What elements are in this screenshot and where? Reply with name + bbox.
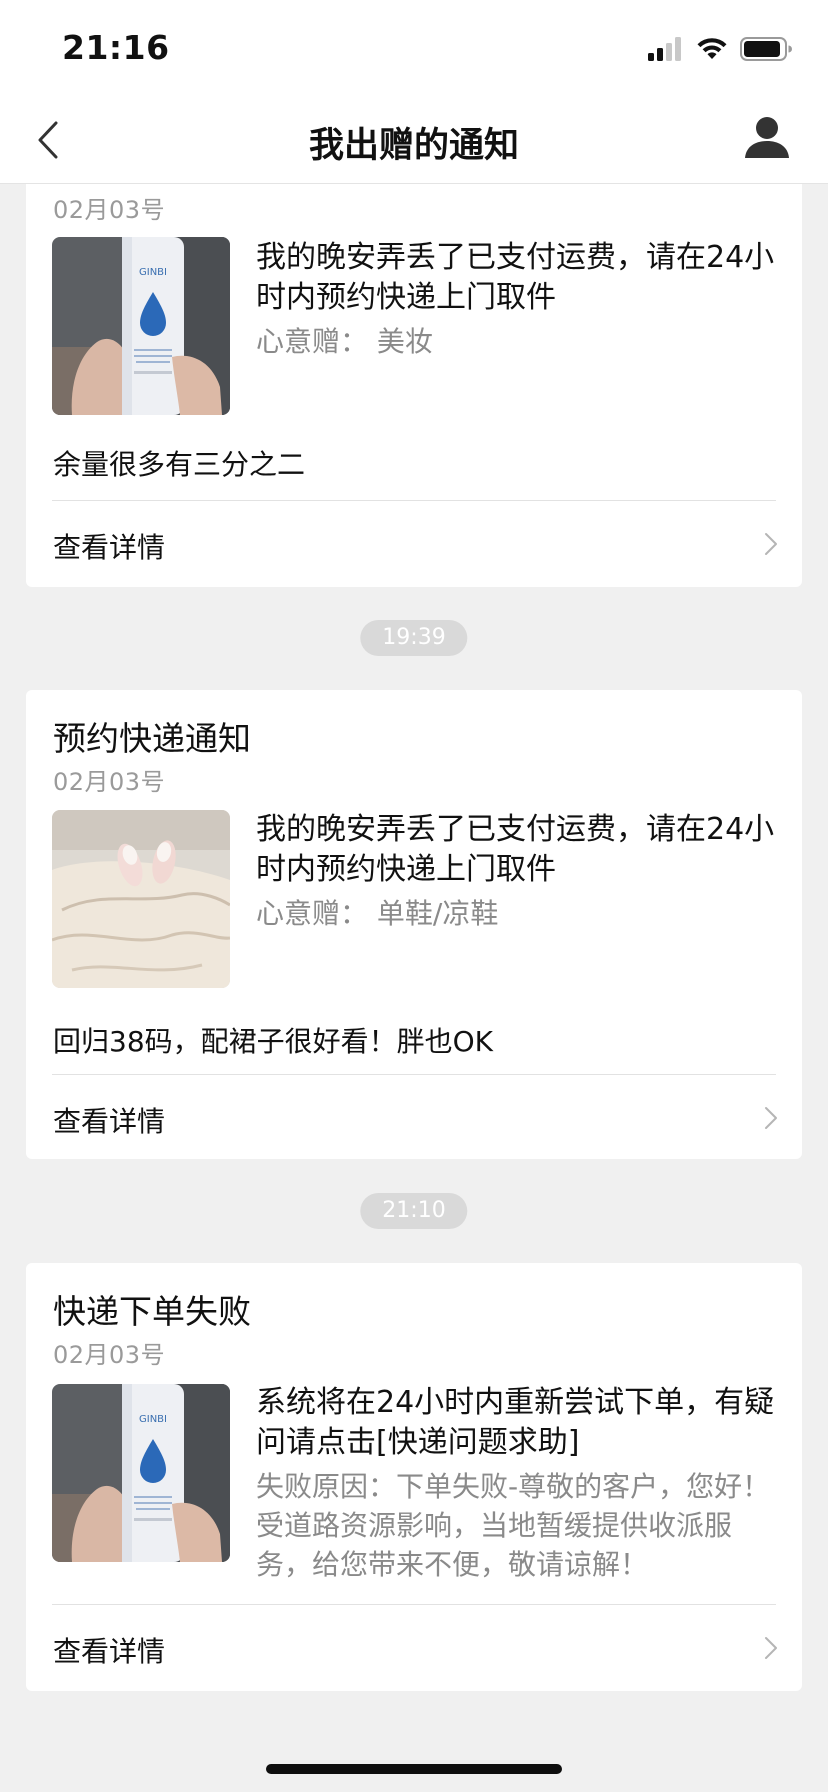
divider	[52, 1604, 776, 1605]
bottle-photo: GINBI	[52, 1384, 230, 1562]
card-date: 02月03号	[53, 768, 166, 796]
product-thumbnail[interactable]	[52, 810, 230, 988]
bottle-brand-label: GINBI	[139, 1414, 167, 1425]
view-details-button[interactable]: 查看详情	[26, 1079, 802, 1159]
card-title: 预约快递通知	[53, 719, 251, 758]
view-details-label: 查看详情	[53, 1105, 166, 1138]
notification-main-text: 我的晚安弄丢了已支付运费，请在24小时内预约快递上门取件	[256, 812, 775, 887]
bottle-brand-label: GINBI	[139, 267, 167, 278]
divider	[52, 500, 776, 501]
card-date: 02月03号	[53, 1341, 166, 1369]
user-profile-icon	[745, 117, 789, 158]
chevron-right-icon	[765, 533, 777, 555]
home-indicator[interactable]	[266, 1764, 562, 1774]
time-separator: 19:39	[360, 620, 468, 656]
failure-reason: 失败原因：下单失败-尊敬的客户，您好！受道路资源影响，当地暂缓提供收派服务，给您…	[256, 1470, 771, 1581]
product-thumbnail[interactable]: GINBI	[52, 237, 230, 415]
divider	[52, 1074, 776, 1075]
item-note: 回归38码，配裙子很好看！胖也OK	[53, 1025, 494, 1058]
card-date: 02月03号	[53, 196, 166, 224]
status-icons	[648, 36, 792, 62]
item-note: 余量很多有三分之二	[53, 448, 306, 481]
view-details-label: 查看详情	[53, 531, 166, 564]
notification-main-text: 我的晚安弄丢了已支付运费，请在24小时内预约快递上门取件	[256, 240, 775, 315]
card-title: 快递下单失败	[53, 1292, 251, 1331]
profile-button[interactable]	[742, 113, 792, 163]
notification-card: 快递下单失败 02月03号 GINBI 系统将在24小时内重新尝试下单，有疑问请…	[26, 1263, 802, 1691]
gift-category: 心意赠： 单鞋/凉鞋	[256, 897, 499, 930]
status-time: 21:16	[62, 28, 170, 67]
notification-card: 预约快递通知 02月03号 我的晚安弄丢了已支付运费，请在24小时内预约快递上门…	[26, 690, 802, 1159]
shoes-photo	[52, 810, 230, 988]
product-thumbnail[interactable]: GINBI	[52, 1384, 230, 1562]
battery-icon	[740, 37, 792, 61]
view-details-label: 查看详情	[53, 1635, 166, 1668]
gift-category: 心意赠： 美妆	[256, 325, 433, 358]
time-separator: 21:10	[360, 1193, 468, 1229]
bottle-photo: GINBI	[52, 237, 230, 415]
notification-main-text: 系统将在24小时内重新尝试下单，有疑问请点击[快递问题求助]	[256, 1385, 775, 1460]
view-details-button[interactable]: 查看详情	[26, 505, 802, 585]
page-title: 我出赠的通知	[308, 126, 519, 166]
chevron-right-icon	[765, 1107, 777, 1129]
notification-card: 02月03号 GINBI 我的晚安弄丢了已支付运费，请在24小时内预约快递上门取…	[26, 150, 802, 587]
view-details-button[interactable]: 查看详情	[26, 1609, 802, 1689]
chevron-right-icon	[765, 1637, 777, 1659]
wifi-icon	[697, 38, 727, 59]
top-bar: 21:16 我出赠的通知	[0, 0, 828, 183]
signal-icon	[648, 37, 681, 61]
